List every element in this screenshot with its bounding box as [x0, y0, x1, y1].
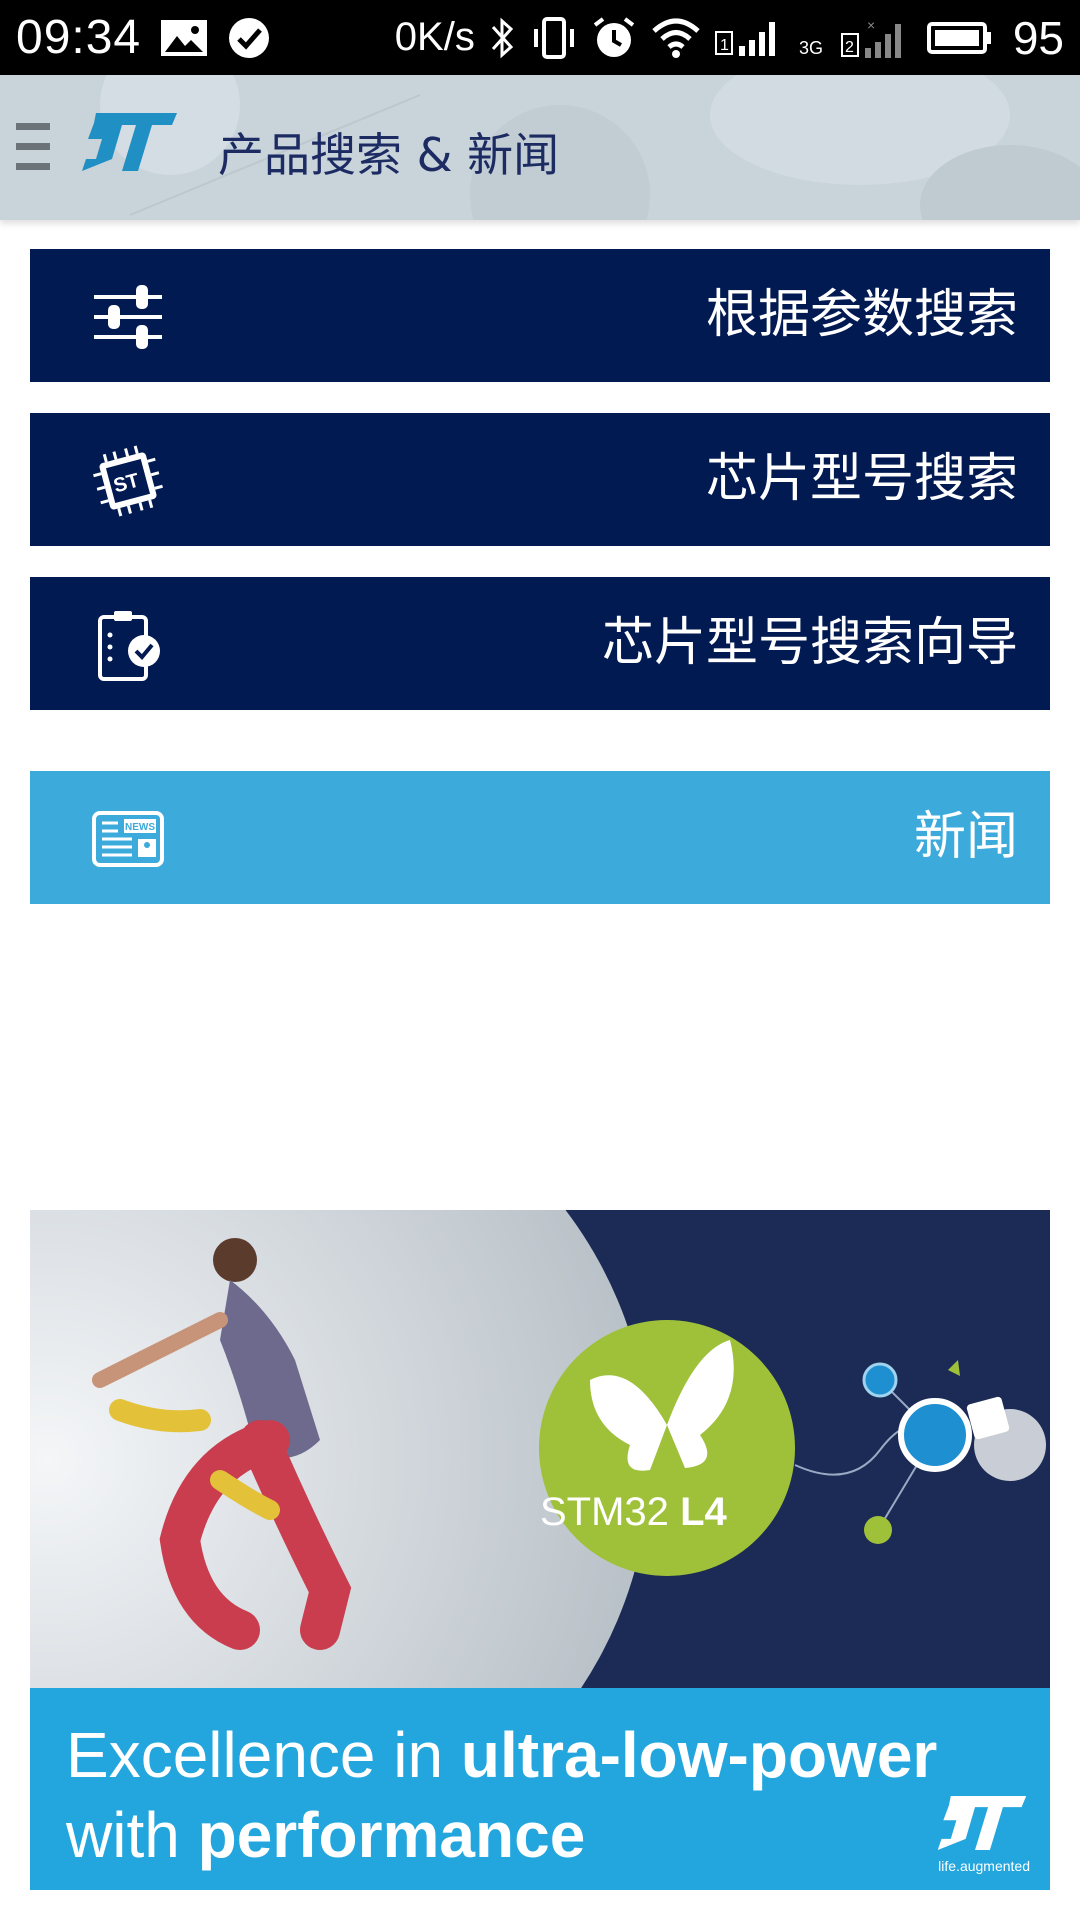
battery-percent: 95: [1012, 11, 1064, 64]
product-series: L4: [680, 1490, 727, 1534]
app-bar: 产品搜索 & 新闻: [0, 75, 1080, 220]
part-number-wizard-label: 芯片型号搜索向导: [601, 613, 1018, 673]
status-bar: 09:34 0K/s 1 3G 2 × 95: [0, 0, 1080, 75]
banner-artwork: [30, 1210, 1050, 1688]
newspaper-icon: NEWS: [92, 811, 164, 867]
part-number-wizard-button[interactable]: 芯片型号搜索向导: [30, 577, 1050, 710]
headline-1-regular: Excellence in: [66, 1719, 461, 1791]
wifi-icon: [651, 17, 701, 59]
svg-text:2: 2: [845, 39, 854, 56]
bluetooth-icon: [489, 15, 517, 61]
news-label: 新闻: [913, 807, 1018, 867]
headline-1-bold: ultra-low-power: [460, 1719, 938, 1791]
tagline: life.augmented: [938, 1858, 1030, 1874]
parametric-search-button[interactable]: 根据参数搜索: [30, 249, 1050, 382]
news-button[interactable]: NEWS 新闻: [30, 771, 1050, 904]
status-time: 09:34: [16, 11, 142, 64]
headline-2-regular: with: [66, 1799, 198, 1871]
sim1-signal-icon: 1: [714, 18, 785, 58]
headline-line-1: Excellence in ultra-low-power: [66, 1718, 937, 1792]
svg-text:×: ×: [867, 17, 875, 33]
product-name: STM32 L4: [540, 1490, 727, 1535]
alarm-icon: [591, 15, 637, 61]
st-logo-banner: [937, 1796, 1027, 1850]
network-3g-icon: 3G: [799, 18, 827, 58]
banner-caption: Excellence in ultra-low-power with perfo…: [30, 1688, 1050, 1890]
hamburger-menu-icon[interactable]: [16, 123, 50, 171]
promo-banner[interactable]: STM32 L4 Excellence in ultra-low-power w…: [30, 1210, 1050, 1890]
vibrate-icon: [531, 15, 577, 61]
svg-text:1: 1: [720, 37, 729, 54]
headline-line-2: with performance: [66, 1798, 585, 1872]
parametric-search-label: 根据参数搜索: [705, 285, 1018, 345]
st-logo: [82, 113, 177, 171]
network-speed: 0K/s: [394, 15, 475, 59]
battery-icon: [926, 21, 993, 55]
svg-text:NEWS: NEWS: [125, 822, 155, 833]
part-number-search-button[interactable]: ST 芯片型号搜索: [30, 413, 1050, 546]
page-title: 产品搜索 & 新闻: [218, 128, 560, 182]
check-circle-icon: [227, 16, 271, 60]
sliders-icon: [94, 285, 162, 349]
part-number-search-label: 芯片型号搜索: [705, 449, 1018, 509]
product-name-main: STM32: [540, 1490, 669, 1534]
svg-text:3G: 3G: [799, 38, 823, 58]
headline-2-bold: performance: [197, 1799, 586, 1871]
clipboard-check-icon: [98, 611, 160, 681]
image-icon: [159, 18, 209, 58]
stm32-badge: [539, 1320, 795, 1576]
chip-icon: ST: [93, 445, 163, 517]
sim2-signal-icon: 2 ×: [840, 16, 913, 60]
